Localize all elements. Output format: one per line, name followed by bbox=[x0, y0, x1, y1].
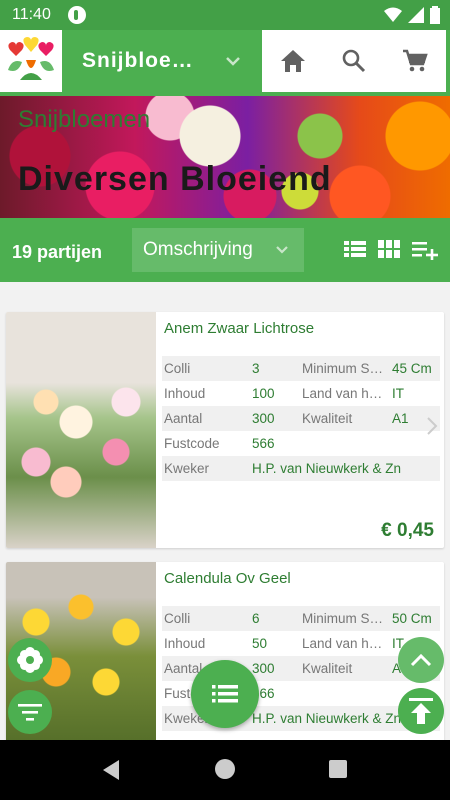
category-fab[interactable] bbox=[8, 638, 52, 682]
back-icon[interactable] bbox=[101, 759, 121, 781]
product-specs: Colli 3 Minimum S… 45 Cm Inhoud 100 Land… bbox=[162, 356, 440, 481]
vertical-align-top-icon bbox=[409, 698, 433, 724]
spec-label: Land van h… bbox=[302, 636, 383, 651]
spec-label: Land van h… bbox=[302, 386, 383, 401]
spec-label: Kwaliteit bbox=[302, 661, 353, 676]
spec-row: Aantal 300 Kwaliteit A1 bbox=[162, 406, 440, 431]
flower-logo-icon bbox=[8, 37, 54, 80]
spec-label: Minimum S… bbox=[302, 611, 384, 626]
category-banner: Snijbloemen Diversen Bloeiend bbox=[0, 96, 450, 218]
spec-value: 300 bbox=[252, 661, 275, 676]
spec-row: Inhoud 100 Land van h… IT bbox=[162, 381, 440, 406]
spec-value: IT bbox=[392, 386, 404, 401]
spec-row: Fustcode 566 bbox=[162, 431, 440, 456]
status-bar: 11:40 bbox=[0, 0, 450, 30]
spec-label: Colli bbox=[164, 361, 191, 376]
spec-label: Minimum S… bbox=[302, 361, 384, 376]
product-card[interactable]: Anem Zwaar Lichtrose Colli 3 Minimum S… … bbox=[6, 312, 444, 548]
grower-name: H.P. van Nieuwkerk & Zn bbox=[252, 461, 402, 476]
category-title: Snijbloe… bbox=[82, 49, 194, 72]
list-fab[interactable] bbox=[191, 660, 259, 728]
spec-label: Colli bbox=[164, 611, 191, 626]
product-price: € 0,45 bbox=[381, 520, 434, 541]
spec-label: Fustcode bbox=[164, 436, 220, 451]
cart-icon[interactable] bbox=[402, 49, 428, 73]
product-image bbox=[6, 312, 156, 548]
playlist-add-icon[interactable] bbox=[412, 240, 438, 260]
result-count: 19 partijen bbox=[12, 242, 103, 262]
product-name: Anem Zwaar Lichtrose bbox=[164, 320, 315, 337]
spec-value: 300 bbox=[252, 411, 275, 426]
spec-value: 3 bbox=[252, 361, 260, 376]
filter-icon bbox=[18, 704, 42, 721]
scroll-up-fab[interactable] bbox=[398, 637, 444, 683]
wifi-icon bbox=[384, 7, 402, 22]
filter-bar: 19 partijen Omschrijving bbox=[0, 218, 450, 282]
spec-value: 100 bbox=[252, 386, 275, 401]
spec-row: Colli 6 Minimum S… 50 Cm bbox=[162, 606, 440, 631]
sort-label: Omschrijving bbox=[143, 239, 253, 260]
product-name: Calendula Ov Geel bbox=[164, 570, 291, 587]
spec-value: 566 bbox=[252, 436, 275, 451]
scroll-to-top-fab[interactable] bbox=[398, 688, 444, 734]
chevron-right-icon[interactable] bbox=[426, 416, 438, 436]
recent-apps-icon[interactable] bbox=[329, 760, 347, 778]
notification-icon bbox=[68, 6, 86, 24]
list-view-icon[interactable] bbox=[344, 240, 366, 258]
banner-title: Diversen Bloeiend bbox=[18, 160, 332, 198]
spec-value: 50 Cm bbox=[392, 611, 432, 626]
home-icon[interactable] bbox=[280, 49, 306, 73]
grid-view-icon[interactable] bbox=[378, 240, 400, 258]
app-bar-actions bbox=[262, 30, 446, 92]
search-icon[interactable] bbox=[342, 49, 366, 73]
spec-label: Inhoud bbox=[164, 636, 206, 651]
spec-row: Colli 3 Minimum S… 45 Cm bbox=[162, 356, 440, 381]
chevron-down-icon bbox=[226, 57, 240, 66]
signal-icon bbox=[408, 7, 424, 23]
grower-name: H.P. van Nieuwkerk & Zn bbox=[252, 711, 402, 726]
chevron-up-icon bbox=[410, 653, 432, 667]
sort-dropdown[interactable]: Omschrijving bbox=[132, 228, 304, 272]
spec-value: 566 bbox=[252, 686, 275, 701]
banner-subtitle: Snijbloemen bbox=[18, 106, 151, 133]
app-logo[interactable] bbox=[0, 30, 62, 92]
spec-row: Kweker H.P. van Nieuwkerk & Zn bbox=[162, 456, 440, 481]
spec-label: Kweker bbox=[164, 461, 210, 476]
category-dropdown[interactable]: Snijbloe… bbox=[82, 30, 252, 92]
system-navigation-bar bbox=[0, 740, 450, 800]
spec-value: 50 bbox=[252, 636, 268, 651]
battery-icon bbox=[430, 6, 440, 24]
app-bar: Snijbloe… bbox=[0, 30, 450, 96]
status-time: 11:40 bbox=[12, 6, 51, 23]
spec-value: 45 Cm bbox=[392, 361, 432, 376]
home-nav-icon[interactable] bbox=[215, 759, 235, 779]
spec-value: 6 bbox=[252, 611, 260, 626]
spec-label: Aantal bbox=[164, 411, 203, 426]
status-icons bbox=[384, 6, 440, 24]
view-toggle-group bbox=[344, 240, 438, 260]
chevron-down-icon bbox=[276, 246, 288, 254]
spec-label: Kwaliteit bbox=[302, 411, 353, 426]
flower-icon bbox=[17, 647, 43, 673]
spec-label: Inhoud bbox=[164, 386, 206, 401]
list-icon bbox=[212, 685, 238, 703]
filter-fab[interactable] bbox=[8, 690, 52, 734]
